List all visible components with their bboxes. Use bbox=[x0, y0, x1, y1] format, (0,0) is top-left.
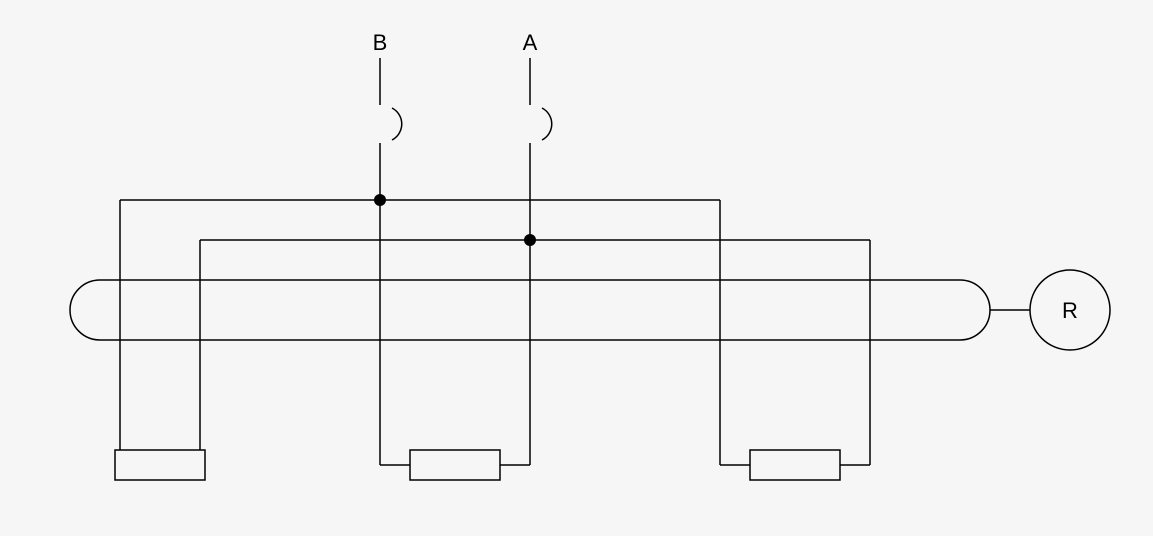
resistor-block-2 bbox=[410, 450, 500, 480]
circuit-diagram: R B A bbox=[0, 0, 1153, 536]
switch-A-contact bbox=[542, 108, 552, 140]
label-A: A bbox=[523, 30, 538, 55]
label-R: R bbox=[1062, 298, 1078, 323]
resistor-block-1 bbox=[115, 450, 205, 480]
resistor-block-3 bbox=[750, 450, 840, 480]
switch-B-contact bbox=[392, 108, 402, 140]
label-B: B bbox=[373, 30, 388, 55]
